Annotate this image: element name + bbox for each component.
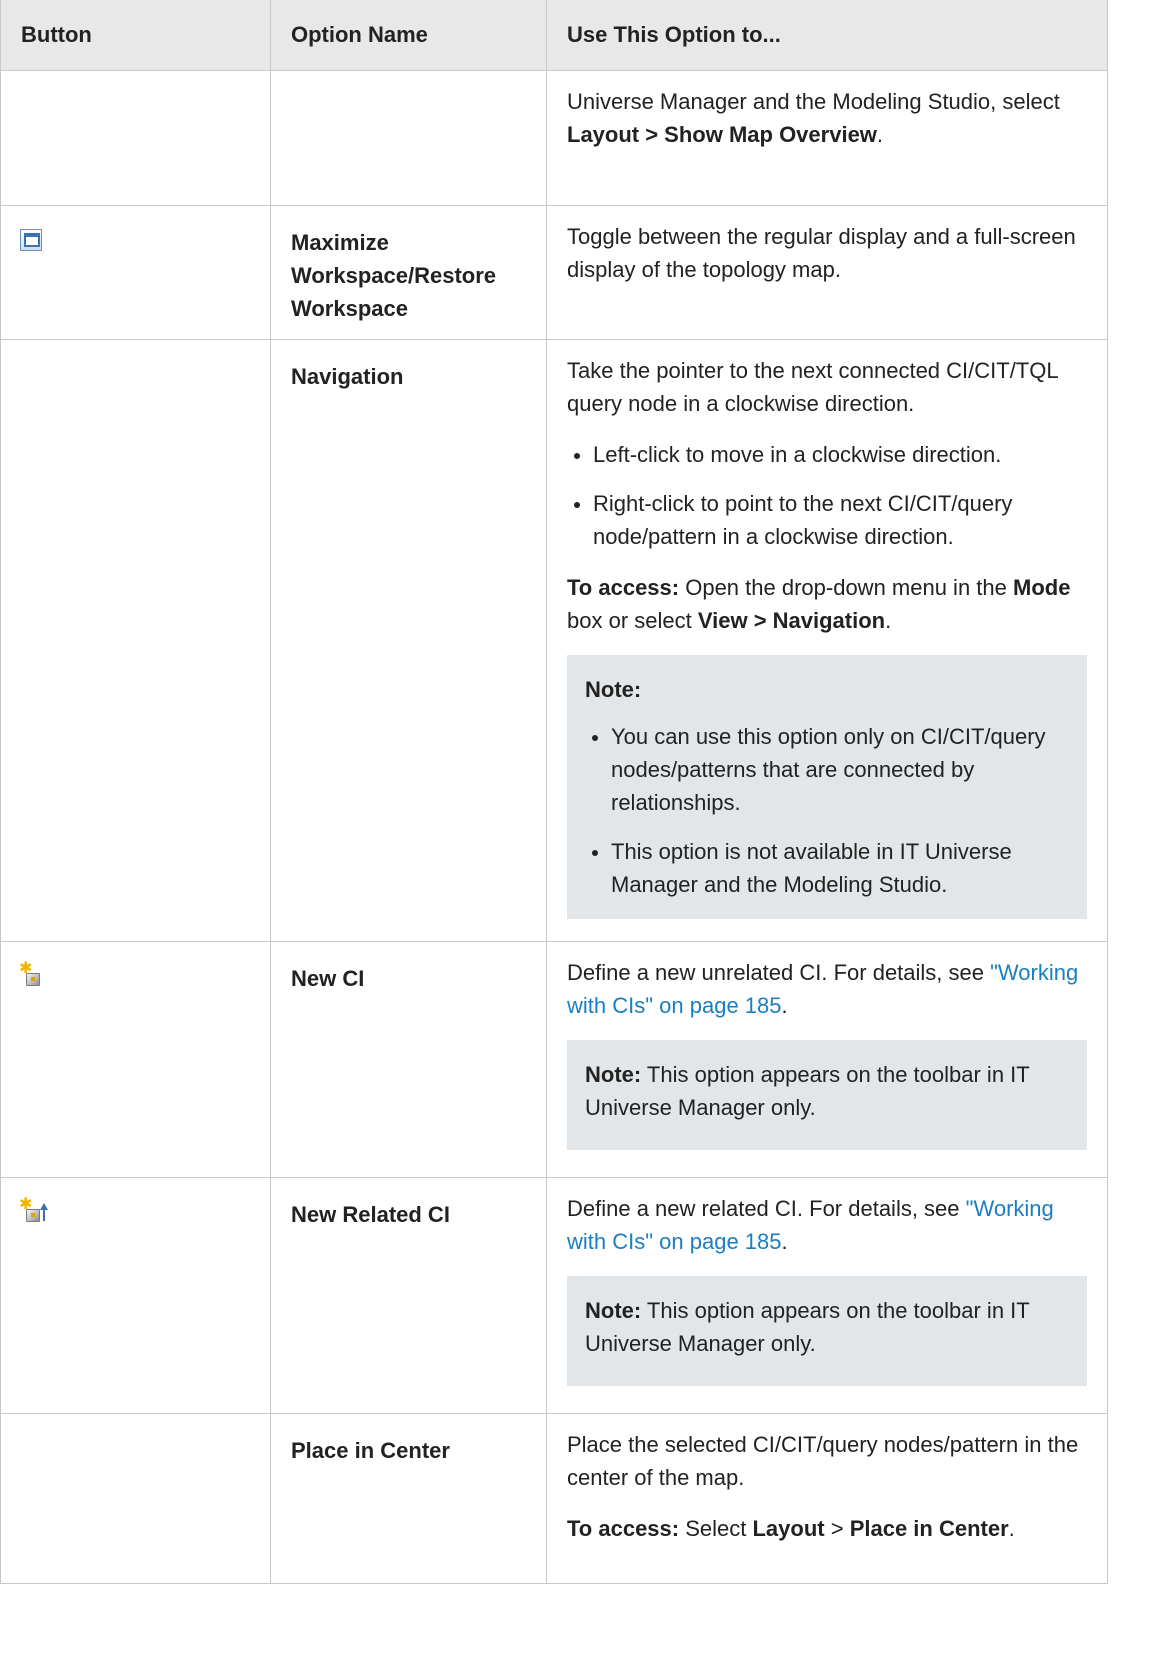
description-text: Place the selected CI/CIT/query nodes/pa… xyxy=(567,1432,1079,1490)
description-text: Toggle between the regular display and a… xyxy=(567,224,1076,282)
description-text: Take the pointer to the next connected C… xyxy=(567,358,1058,416)
button-cell: ✱ xyxy=(0,941,271,1178)
description-cell: Define a new unrelated CI. For details, … xyxy=(546,941,1108,1178)
table-row: Maximize Workspace/Restore Workspace Tog… xyxy=(0,205,1108,340)
option-name-cell xyxy=(270,70,547,206)
list-item: Right-click to point to the next CI/CIT/… xyxy=(574,487,1087,553)
option-name: Place in Center xyxy=(270,1413,547,1584)
header-option-name: Option Name xyxy=(270,0,547,71)
option-name: Navigation xyxy=(270,339,547,942)
table-row: ✱ New Related CI Define a new related CI… xyxy=(0,1177,1108,1414)
list-item: Left-click to move in a clockwise direct… xyxy=(574,438,1087,471)
option-name: Maximize Workspace/Restore Workspace xyxy=(270,205,547,340)
description-cell: Universe Manager and the Modeling Studio… xyxy=(546,70,1108,206)
note-text: Note: This option appears on the toolbar… xyxy=(585,1298,1030,1356)
access-text: To access: Select Layout > Place in Cent… xyxy=(567,1516,1015,1541)
description-text: Universe Manager and the Modeling Studio… xyxy=(567,89,1060,147)
table-row: Place in Center Place the selected CI/CI… xyxy=(0,1413,1108,1584)
header-button: Button xyxy=(0,0,271,71)
description-text: Define a new related CI. For details, se… xyxy=(567,1196,1054,1254)
options-table: Button Option Name Use This Option to...… xyxy=(0,0,1108,1584)
table-row: Navigation Take the pointer to the next … xyxy=(0,339,1108,942)
description-cell: Take the pointer to the next connected C… xyxy=(546,339,1108,942)
button-cell: ✱ xyxy=(0,1177,271,1414)
note-box: Note: This option appears on the toolbar… xyxy=(567,1276,1087,1386)
button-cell xyxy=(0,70,271,206)
note-box: Note: You can use this option only on CI… xyxy=(567,655,1087,919)
table-header-row: Button Option Name Use This Option to... xyxy=(0,0,1108,71)
option-name: New Related CI xyxy=(270,1177,547,1414)
button-cell xyxy=(0,339,271,942)
maximize-workspace-icon[interactable] xyxy=(19,228,45,254)
description-text: Define a new unrelated CI. For details, … xyxy=(567,960,1079,1018)
description-cell: Toggle between the regular display and a… xyxy=(546,205,1108,340)
access-text: To access: Open the drop-down menu in th… xyxy=(567,575,1071,633)
option-name: New CI xyxy=(270,941,547,1178)
list-item: This option is not available in IT Unive… xyxy=(592,835,1069,901)
menu-path: Layout > Show Map Overview xyxy=(567,122,877,147)
description-cell: Place the selected CI/CIT/query nodes/pa… xyxy=(546,1413,1108,1584)
new-related-ci-icon[interactable]: ✱ xyxy=(19,1197,48,1226)
button-cell xyxy=(0,205,271,340)
bullet-list: Left-click to move in a clockwise direct… xyxy=(567,438,1087,553)
note-box: Note: This option appears on the toolbar… xyxy=(567,1040,1087,1150)
table-row: Universe Manager and the Modeling Studio… xyxy=(0,70,1108,206)
description-cell: Define a new related CI. For details, se… xyxy=(546,1177,1108,1414)
header-use-option: Use This Option to... xyxy=(546,0,1108,71)
note-bullet-list: You can use this option only on CI/CIT/q… xyxy=(585,720,1069,901)
note-label: Note: xyxy=(585,677,642,702)
button-cell xyxy=(0,1413,271,1584)
new-ci-icon[interactable]: ✱ xyxy=(19,961,45,990)
note-text: Note: This option appears on the toolbar… xyxy=(585,1062,1030,1120)
table-row: ✱ New CI Define a new unrelated CI. For … xyxy=(0,941,1108,1178)
list-item: You can use this option only on CI/CIT/q… xyxy=(592,720,1069,819)
